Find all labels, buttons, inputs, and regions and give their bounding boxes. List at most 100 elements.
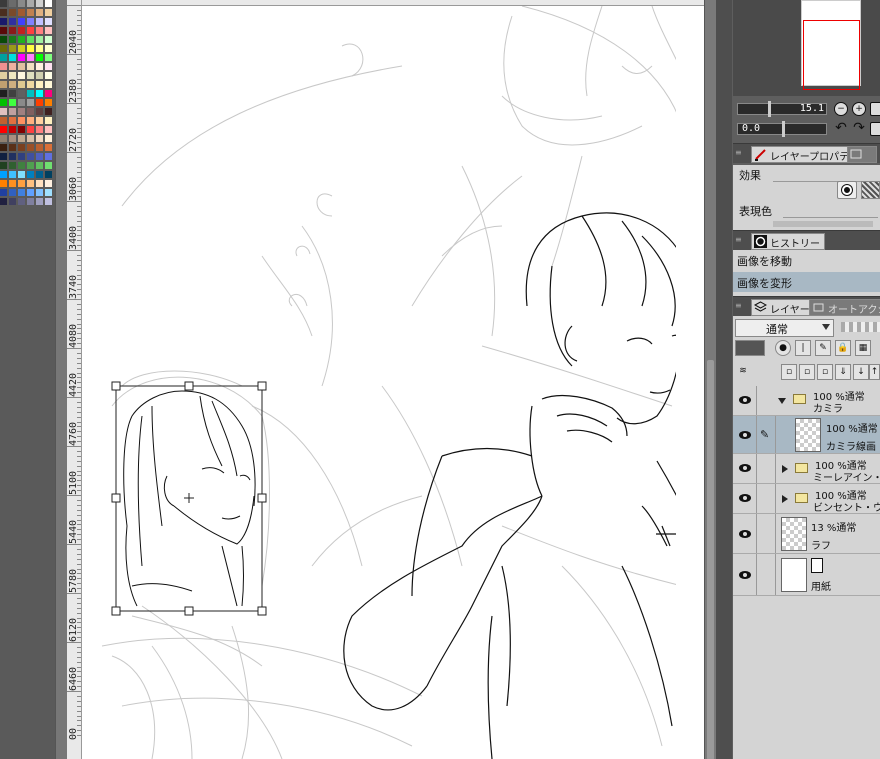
blend-mode-dropdown[interactable]: 通常 (735, 319, 834, 337)
color-swatch[interactable] (18, 90, 26, 98)
color-swatch[interactable] (36, 45, 44, 53)
color-swatch[interactable] (36, 171, 44, 179)
color-swatch[interactable] (18, 126, 26, 134)
tab-layer-property-2[interactable] (847, 146, 877, 163)
color-swatch[interactable] (9, 27, 17, 35)
color-swatch[interactable] (0, 36, 8, 44)
chevron-right-icon[interactable] (782, 495, 788, 503)
color-swatch[interactable] (9, 36, 17, 44)
move-up-icon[interactable]: ↑ (869, 364, 880, 380)
color-swatch[interactable] (0, 45, 8, 53)
tab-history[interactable]: ヒストリー (751, 233, 825, 250)
color-swatch[interactable] (27, 189, 35, 197)
color-swatch[interactable] (0, 27, 8, 35)
color-swatch[interactable] (18, 63, 26, 71)
color-swatch[interactable] (27, 144, 35, 152)
opacity-slider[interactable] (841, 322, 880, 332)
color-swatch[interactable] (27, 45, 35, 53)
zoom-out-icon[interactable]: − (834, 102, 848, 116)
layer-row-selected[interactable]: ✎ 100 %通常 カミラ線画 (733, 416, 880, 454)
color-swatch[interactable] (0, 18, 8, 26)
zoom-in-icon[interactable]: + (852, 102, 866, 116)
color-swatch[interactable] (9, 99, 17, 107)
color-swatch[interactable] (36, 9, 44, 17)
color-swatch[interactable] (18, 180, 26, 188)
color-swatch[interactable] (18, 36, 26, 44)
color-swatch[interactable] (9, 90, 17, 98)
color-swatch[interactable] (18, 45, 26, 53)
color-swatch[interactable] (0, 81, 8, 89)
color-swatch[interactable] (27, 9, 35, 17)
color-swatch[interactable] (0, 198, 8, 206)
color-swatch[interactable] (27, 180, 35, 188)
color-swatch[interactable] (27, 18, 35, 26)
color-swatch[interactable] (9, 198, 17, 206)
color-swatch[interactable] (9, 135, 17, 143)
navigator-view-frame[interactable] (803, 20, 860, 90)
color-swatch[interactable] (0, 162, 8, 170)
color-swatch[interactable] (27, 198, 35, 206)
color-swatch[interactable] (0, 126, 8, 134)
color-swatch[interactable] (45, 0, 53, 8)
color-swatch[interactable] (36, 36, 44, 44)
color-swatch[interactable] (36, 0, 44, 8)
color-swatch[interactable] (45, 198, 53, 206)
chevron-right-icon[interactable] (782, 465, 788, 473)
color-swatch[interactable] (18, 171, 26, 179)
color-swatch[interactable] (27, 54, 35, 62)
color-swatch[interactable] (0, 108, 8, 116)
color-swatch[interactable] (27, 153, 35, 161)
layer-row[interactable]: 100 %通常 ミーレアイン・キ (733, 454, 880, 484)
color-swatch[interactable] (36, 117, 44, 125)
color-swatch[interactable] (18, 81, 26, 89)
eye-icon[interactable] (739, 396, 751, 404)
color-swatch[interactable] (27, 27, 35, 35)
color-swatch[interactable] (45, 162, 53, 170)
color-swatch[interactable] (9, 153, 17, 161)
color-swatch[interactable] (45, 126, 53, 134)
color-swatch[interactable] (0, 153, 8, 161)
color-swatch[interactable] (9, 108, 17, 116)
color-swatch[interactable] (18, 117, 26, 125)
color-swatch[interactable] (36, 99, 44, 107)
color-swatch[interactable] (9, 144, 17, 152)
border-effect-button[interactable] (837, 181, 857, 199)
color-swatch[interactable] (0, 54, 8, 62)
rotate-left-icon[interactable]: ↶ (834, 121, 848, 136)
color-swatch[interactable] (36, 153, 44, 161)
layer-row[interactable]: 100 %通常 カミラ (733, 386, 880, 416)
color-swatch[interactable] (0, 0, 8, 8)
color-swatch[interactable] (9, 45, 17, 53)
rotate-right-icon[interactable]: ↷ (852, 121, 866, 136)
color-swatch[interactable] (18, 189, 26, 197)
color-swatch[interactable] (18, 144, 26, 152)
color-swatch[interactable] (9, 189, 17, 197)
color-swatch[interactable] (18, 198, 26, 206)
color-swatch[interactable] (45, 108, 53, 116)
panel-menu-icon[interactable]: ≡ (735, 235, 745, 245)
move-down-icon[interactable]: ↓ (853, 364, 869, 380)
color-swatch[interactable] (0, 72, 8, 80)
color-swatch[interactable] (27, 90, 35, 98)
color-swatch[interactable] (36, 72, 44, 80)
color-swatch[interactable] (36, 189, 44, 197)
chevron-down-icon[interactable] (778, 398, 786, 404)
color-swatch[interactable] (18, 99, 26, 107)
color-swatch[interactable] (45, 36, 53, 44)
color-swatch[interactable] (18, 72, 26, 80)
layer-row[interactable]: 用紙 (733, 554, 880, 596)
color-swatch[interactable] (27, 0, 35, 8)
flip-icon[interactable] (870, 122, 880, 136)
color-swatch[interactable] (36, 90, 44, 98)
color-swatch[interactable] (36, 144, 44, 152)
color-swatch[interactable] (9, 0, 17, 8)
layer-row[interactable]: 100 %通常 ビンセント・ウォ (733, 484, 880, 514)
color-swatch[interactable] (18, 162, 26, 170)
color-swatch[interactable] (36, 108, 44, 116)
color-swatch[interactable] (45, 135, 53, 143)
color-swatch[interactable] (9, 72, 17, 80)
color-swatch[interactable] (45, 45, 53, 53)
drawing-canvas[interactable] (82, 6, 704, 759)
color-swatch[interactable] (0, 171, 8, 179)
color-swatch[interactable] (0, 144, 8, 152)
